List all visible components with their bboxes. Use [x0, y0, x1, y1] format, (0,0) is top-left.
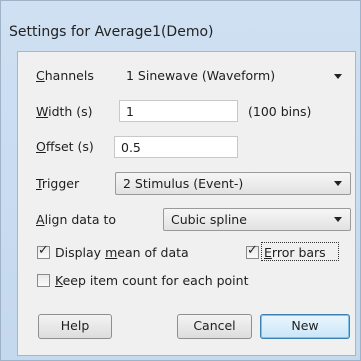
- align-label: Align data to: [36, 212, 117, 227]
- dialog-body: Channels 1 Sinewave (Waveform) Width (s)…: [17, 51, 356, 356]
- title-bar[interactable]: Settings for Average1(Demo): [1, 1, 360, 45]
- align-value: Cubic spline: [171, 212, 247, 227]
- width-label: Width (s): [36, 104, 93, 119]
- display-mean-checkbox[interactable]: ✓: [37, 243, 50, 259]
- trigger-value: 2 Stimulus (Event-): [123, 176, 244, 191]
- cancel-button[interactable]: Cancel: [177, 314, 252, 339]
- error-bars-checkbox[interactable]: ✓: [246, 243, 259, 259]
- check-icon: ✓: [247, 243, 258, 258]
- width-bins-note: (100 bins): [248, 104, 312, 119]
- channels-value: 1 Sinewave (Waveform): [126, 68, 276, 83]
- channels-dropdown[interactable]: 1 Sinewave (Waveform): [126, 65, 352, 87]
- new-button[interactable]: New: [260, 314, 350, 339]
- chevron-down-icon: [334, 74, 342, 79]
- chevron-down-icon: [334, 181, 342, 186]
- offset-label: Offset (s): [36, 139, 94, 154]
- align-dropdown[interactable]: Cubic spline: [163, 208, 351, 231]
- width-input[interactable]: 1: [119, 100, 238, 122]
- chevron-down-icon: [334, 217, 342, 222]
- check-icon: ✓: [38, 243, 49, 258]
- display-mean-label[interactable]: Display mean of data: [55, 245, 189, 260]
- trigger-dropdown[interactable]: 2 Stimulus (Event-): [115, 172, 351, 195]
- window-title: Settings for Average1(Demo): [9, 24, 214, 40]
- error-bars-label[interactable]: Error bars: [264, 245, 326, 260]
- keep-count-label[interactable]: Keep item count for each point: [55, 273, 248, 288]
- settings-dialog: Settings for Average1(Demo) Channels 1 S…: [0, 0, 361, 361]
- help-button[interactable]: Help: [38, 314, 112, 339]
- keep-count-checkbox[interactable]: [37, 274, 50, 287]
- offset-input[interactable]: 0.5: [114, 136, 238, 158]
- trigger-label: Trigger: [36, 176, 80, 191]
- channels-label: Channels: [36, 68, 94, 83]
